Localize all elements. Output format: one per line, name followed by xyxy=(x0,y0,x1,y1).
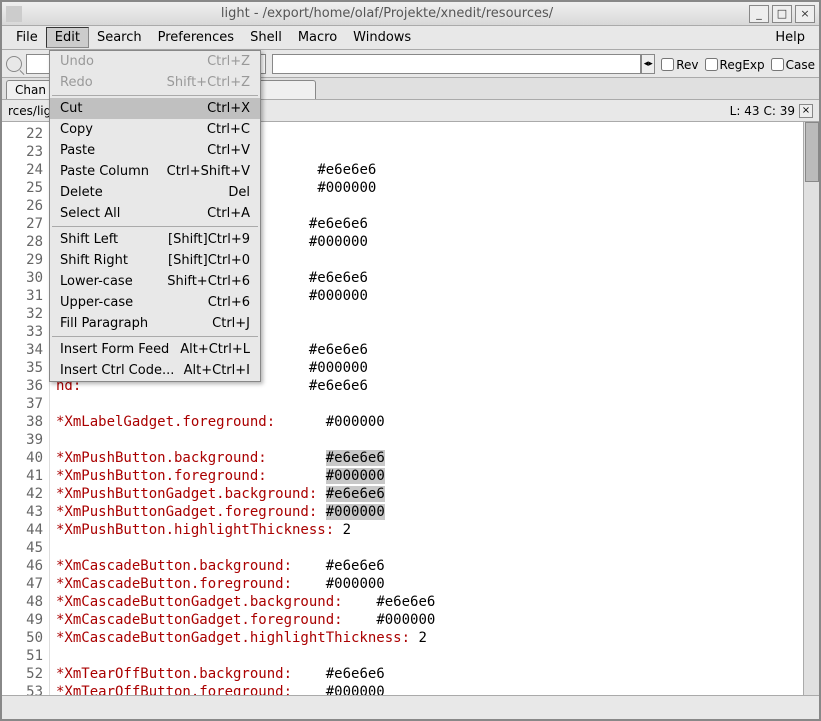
status-line: L: 43 xyxy=(730,104,760,118)
search-icon xyxy=(6,56,22,72)
menu-search[interactable]: Search xyxy=(89,28,150,47)
app-icon xyxy=(6,6,22,22)
edit-menu-redo: RedoShift+Ctrl+Z xyxy=(50,72,260,93)
edit-menu-insert-ctrl-code-[interactable]: Insert Ctrl Code...Alt+Ctrl+I xyxy=(50,360,260,381)
scrollbar-thumb[interactable] xyxy=(805,122,819,182)
vertical-scrollbar[interactable] xyxy=(803,122,819,695)
close-button[interactable]: × xyxy=(795,5,815,23)
menu-file[interactable]: File xyxy=(8,28,46,47)
edit-menu-lower-case[interactable]: Lower-caseShift+Ctrl+6 xyxy=(50,271,260,292)
edit-menu-undo: UndoCtrl+Z xyxy=(50,51,260,72)
menu-macro[interactable]: Macro xyxy=(290,28,345,47)
titlebar: light - /export/home/olaf/Projekte/xnedi… xyxy=(2,2,819,26)
menu-shell[interactable]: Shell xyxy=(242,28,290,47)
menu-windows[interactable]: Windows xyxy=(345,28,419,47)
edit-menu-cut[interactable]: CutCtrl+X xyxy=(50,98,260,119)
case-checkbox[interactable]: Case xyxy=(771,56,815,72)
edit-menu-paste-column[interactable]: Paste ColumnCtrl+Shift+V xyxy=(50,161,260,182)
regexp-checkbox[interactable]: RegExp xyxy=(705,56,765,72)
bottom-bar xyxy=(2,695,819,719)
line-gutter: 2223242526272829303132333435363738394041… xyxy=(2,122,50,695)
edit-menu-dropdown: UndoCtrl+ZRedoShift+Ctrl+Z CutCtrl+XCopyC… xyxy=(49,50,261,382)
edit-menu-select-all[interactable]: Select AllCtrl+A xyxy=(50,203,260,224)
maximize-button[interactable]: □ xyxy=(772,5,792,23)
edit-menu-fill-paragraph[interactable]: Fill ParagraphCtrl+J xyxy=(50,313,260,334)
rev-checkbox[interactable]: Rev xyxy=(661,56,698,72)
edit-menu-shift-left[interactable]: Shift Left[Shift]Ctrl+9 xyxy=(50,229,260,250)
edit-menu-insert-form-feed[interactable]: Insert Form FeedAlt+Ctrl+L xyxy=(50,339,260,360)
edit-menu-upper-case[interactable]: Upper-caseCtrl+6 xyxy=(50,292,260,313)
menubar: File Edit Search Preferences Shell Macro… xyxy=(2,26,819,50)
edit-menu-copy[interactable]: CopyCtrl+C xyxy=(50,119,260,140)
isearch-history[interactable] xyxy=(272,54,641,74)
menu-preferences[interactable]: Preferences xyxy=(150,28,242,47)
menu-help[interactable]: Help xyxy=(767,28,813,47)
window-title: light - /export/home/olaf/Projekte/xnedi… xyxy=(28,6,746,21)
edit-menu-paste[interactable]: PasteCtrl+V xyxy=(50,140,260,161)
edit-menu-delete[interactable]: DeleteDel xyxy=(50,182,260,203)
isearch-dropdown[interactable]: ◂▸ xyxy=(641,54,655,74)
menu-edit[interactable]: Edit xyxy=(46,27,89,48)
minimize-button[interactable]: _ xyxy=(749,5,769,23)
statusbar-close[interactable]: × xyxy=(799,104,813,118)
status-col: C: 39 xyxy=(763,104,795,118)
edit-menu-shift-right[interactable]: Shift Right[Shift]Ctrl+0 xyxy=(50,250,260,271)
